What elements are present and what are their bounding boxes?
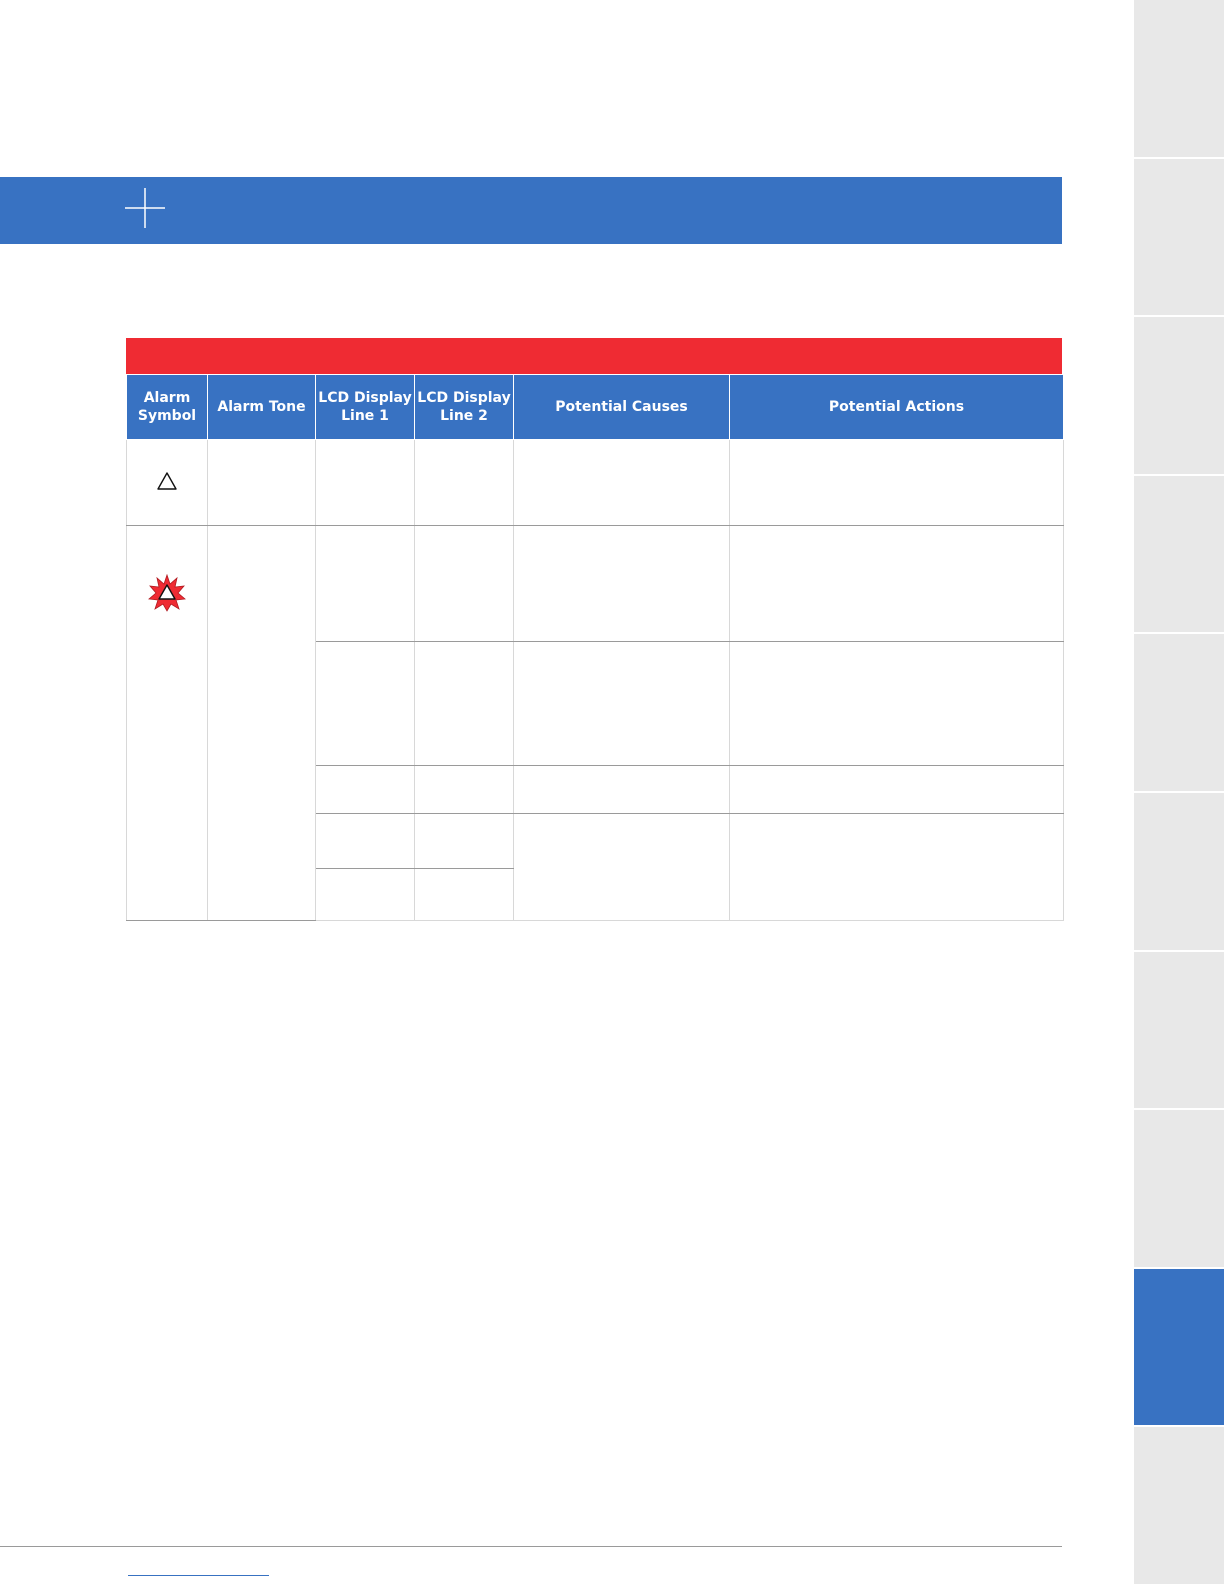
chapter-tab-8[interactable] bbox=[1134, 1110, 1224, 1269]
potential-causes-cell bbox=[513, 525, 730, 642]
chapter-tab-3[interactable] bbox=[1134, 317, 1224, 476]
header-lcd-line-2: LCD Display Line 2 bbox=[414, 374, 514, 440]
chapter-tab-4[interactable] bbox=[1134, 475, 1224, 635]
header-alarm-symbol: Alarm Symbol bbox=[126, 374, 208, 440]
cross-icon bbox=[125, 188, 165, 228]
table-row bbox=[126, 525, 1064, 921]
lcd-line-1-cell bbox=[315, 868, 415, 921]
table-row bbox=[126, 439, 1064, 526]
potential-causes-cell bbox=[513, 765, 730, 814]
alarm-burst-icon bbox=[148, 573, 186, 612]
alarm-tone-cell bbox=[207, 439, 316, 526]
footer-divider bbox=[0, 1546, 1062, 1547]
potential-causes-cell bbox=[513, 641, 730, 766]
chapter-tab-6[interactable] bbox=[1134, 792, 1224, 952]
alarm-table: Alarm Symbol Alarm Tone LCD Display Line… bbox=[126, 374, 1064, 921]
footer-link-underline[interactable] bbox=[128, 1575, 269, 1576]
lcd-line-1-cell bbox=[315, 525, 415, 642]
alarm-tone-cell bbox=[207, 525, 316, 921]
alarm-symbol-cell bbox=[126, 439, 208, 526]
header-lcd-line-1: LCD Display Line 1 bbox=[315, 374, 415, 440]
potential-causes-cell bbox=[513, 813, 730, 921]
header-alarm-tone: Alarm Tone bbox=[207, 374, 316, 440]
chapter-tab-2[interactable] bbox=[1134, 158, 1224, 318]
lcd-line-1-cell bbox=[315, 641, 415, 766]
potential-actions-cell bbox=[729, 641, 1064, 766]
lcd-line-2-cell bbox=[414, 813, 514, 869]
header-potential-causes: Potential Causes bbox=[513, 374, 730, 440]
potential-actions-cell bbox=[729, 439, 1064, 526]
chapter-tab-1[interactable] bbox=[1134, 0, 1224, 159]
section-banner bbox=[0, 177, 1062, 244]
lcd-line-2-cell bbox=[414, 439, 514, 526]
warning-triangle-icon bbox=[157, 472, 177, 490]
alarm-symbol-cell bbox=[126, 525, 208, 921]
chapter-tabs bbox=[1134, 0, 1224, 1584]
chapter-tab-10[interactable] bbox=[1134, 1427, 1224, 1584]
alarm-category-bar bbox=[126, 338, 1062, 374]
potential-actions-cell bbox=[729, 525, 1064, 642]
potential-actions-cell bbox=[729, 765, 1064, 814]
lcd-line-2-cell bbox=[414, 641, 514, 766]
header-potential-actions: Potential Actions bbox=[729, 374, 1064, 440]
chapter-tab-7[interactable] bbox=[1134, 951, 1224, 1111]
chapter-tab-5[interactable] bbox=[1134, 634, 1224, 793]
lcd-line-2-cell bbox=[414, 765, 514, 814]
lcd-line-1-cell bbox=[315, 765, 415, 814]
lcd-line-1-cell bbox=[315, 439, 415, 526]
chapter-tab-9-active[interactable] bbox=[1134, 1268, 1224, 1428]
lcd-line-2-cell bbox=[414, 868, 514, 921]
lcd-line-2-cell bbox=[414, 525, 514, 642]
lcd-line-1-cell bbox=[315, 813, 415, 869]
potential-actions-cell bbox=[729, 813, 1064, 921]
potential-causes-cell bbox=[513, 439, 730, 526]
table-header-row: Alarm Symbol Alarm Tone LCD Display Line… bbox=[126, 374, 1064, 440]
